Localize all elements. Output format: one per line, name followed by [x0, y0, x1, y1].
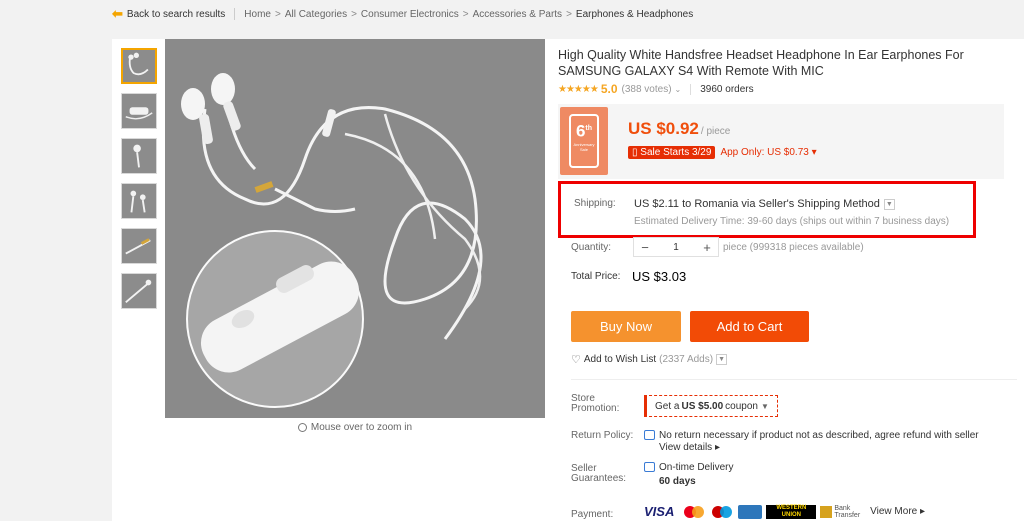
get-coupon-button[interactable]: Get a US $5.00 coupon ▼ [644, 395, 778, 417]
guarantee-days: 60 days [659, 476, 696, 487]
quantity-label: Quantity: [571, 241, 612, 253]
add-to-cart-button[interactable]: Add to Cart [690, 311, 809, 342]
return-policy-icon [644, 430, 655, 440]
shipping-method[interactable]: US $2.11 to Romania via Seller's Shippin… [634, 198, 895, 210]
view-more-payment-link[interactable]: View More ▸ [870, 506, 925, 517]
thumbnail-2[interactable] [121, 93, 157, 129]
anniversary-sale-badge: 6th Anniversary Sale [560, 107, 608, 175]
breadcrumb-consumer-electronics[interactable]: Consumer Electronics [361, 9, 459, 20]
payment-methods: VISA WESTERN UNION Bank Transfer View More… [644, 504, 925, 519]
payment-label: Payment: [571, 509, 614, 520]
guarantee-text: On-time Delivery [659, 462, 734, 473]
unit-price: US $0.92/ piece [628, 119, 730, 139]
wishlist-count: (2337 Adds) [659, 354, 714, 365]
app-only-price[interactable]: App Only: US $0.73 ▾ [720, 147, 816, 158]
total-price-row: Total Price: US $3.03 [571, 269, 686, 284]
quantity-stepper: − + [633, 237, 719, 257]
breadcrumb-separator: > [566, 8, 572, 20]
total-price-label: Total Price: [571, 271, 621, 282]
mastercard-icon [682, 504, 707, 519]
breadcrumb-separator: > [351, 8, 357, 20]
chevron-down-icon[interactable]: ▼ [883, 198, 895, 210]
shipping-label: Shipping: [574, 198, 616, 209]
price-value: US $0.92 [628, 119, 699, 138]
add-to-wishlist-link[interactable]: ♡ Add to Wish List (2337 Adds) ▼ [571, 353, 728, 366]
breadcrumb: ⬅ Back to search results Home > All Cate… [0, 0, 1024, 28]
sale-row: ▯ Sale Starts 3/29 App Only: US $0.73 ▾ [628, 146, 817, 159]
bank-transfer-icon: Bank Transfer [820, 505, 860, 519]
view-details-link[interactable]: View details ▸ [659, 442, 720, 453]
seller-guarantees-label: Seller Guarantees: [571, 463, 627, 484]
breadcrumb-accessories[interactable]: Accessories & Parts [473, 9, 562, 20]
product-info: High Quality White Handsfree Headset Hea… [558, 39, 1024, 520]
chevron-down-icon[interactable]: ⌄ [675, 85, 682, 94]
quantity-increase-button[interactable]: + [696, 240, 718, 255]
return-policy-text: No return necessary if product not as de… [659, 430, 979, 441]
delivery-truck-icon [644, 462, 655, 472]
sale-start-badge: ▯ Sale Starts 3/29 [628, 146, 716, 159]
breadcrumb-separator: > [462, 8, 469, 20]
thumbnail-list [121, 48, 157, 318]
breadcrumb-separator: > [274, 8, 281, 20]
amex-icon [738, 504, 763, 519]
total-price-value: US $3.03 [632, 269, 687, 284]
seller-guarantee: On-time Delivery [644, 462, 733, 473]
rating-score: 5.0 [600, 82, 618, 96]
breadcrumb-all-categories[interactable]: All Categories [285, 9, 347, 20]
badge-suffix: th [585, 125, 593, 132]
coupon-amount: US $5.00 [681, 400, 724, 412]
main-product-image[interactable] [165, 39, 545, 418]
zoom-hint: Mouse over to zoom in [165, 422, 545, 433]
maestro-icon [710, 504, 735, 519]
quantity-row: Quantity: − + piece (999318 pieces avail… [571, 237, 864, 257]
quantity-input[interactable] [656, 238, 696, 256]
product-page: Mouse over to zoom in High Quality White… [112, 39, 1024, 521]
price-unit: / piece [700, 126, 731, 137]
zoom-hint-text: Mouse over to zoom in [310, 422, 413, 433]
return-policy: No return necessary if product not as de… [644, 430, 979, 441]
breadcrumb-home[interactable]: Home [244, 9, 271, 20]
back-arrow-icon: ⬅ [112, 6, 123, 21]
visa-icon: VISA [644, 504, 675, 519]
breadcrumb-current: Earphones & Headphones [575, 8, 694, 20]
badge-text: Anniversary Sale [573, 141, 595, 152]
earphones-illustration [165, 39, 545, 418]
order-count: 3960 orders [700, 83, 754, 95]
buy-now-button[interactable]: Buy Now [571, 311, 681, 342]
rating-row: ★★★★★ 5.0 (388 votes) ⌄ 3960 orders [558, 82, 1024, 96]
thumbnail-5[interactable] [121, 228, 157, 264]
magnifier-icon [297, 423, 307, 432]
thumbnail-1[interactable] [121, 48, 157, 84]
star-rating-icon: ★★★★★ [558, 83, 599, 95]
product-title: High Quality White Handsfree Headset Hea… [558, 48, 964, 78]
back-label: Back to search results [126, 8, 226, 20]
breadcrumb-path: Home > All Categories > Consumer Electro… [244, 9, 693, 20]
western-union-icon: WESTERN UNION [766, 504, 817, 519]
quantity-decrease-button[interactable]: − [634, 240, 656, 255]
vote-count[interactable]: (388 votes) [622, 84, 672, 95]
section-divider [571, 379, 1017, 380]
back-to-search-link[interactable]: ⬅ Back to search results [112, 6, 225, 22]
chevron-down-icon[interactable]: ▼ [716, 354, 728, 365]
thumbnail-3[interactable] [121, 138, 157, 174]
price-box: 6th Anniversary Sale US $0.92/ piece ▯ S… [558, 104, 1004, 179]
chevron-down-icon: ▼ [760, 401, 769, 411]
delivery-estimate: Estimated Delivery Time: 39-60 days (shi… [634, 216, 950, 227]
breadcrumb-divider [234, 8, 236, 20]
return-policy-label: Return Policy: [571, 430, 634, 441]
store-promotion-label: Store Promotion: [571, 393, 620, 414]
shipping-highlight-box: Shipping: US $2.11 to Romania via Seller… [558, 181, 976, 238]
stock-note: piece (999318 pieces available) [723, 241, 864, 253]
thumbnail-4[interactable] [121, 183, 157, 219]
rating-divider [690, 83, 692, 95]
bank-icon [820, 505, 833, 518]
thumbnail-6[interactable] [121, 273, 157, 309]
badge-number: 6 [575, 121, 586, 141]
heart-icon: ♡ [571, 354, 581, 366]
shipping-method-text: US $2.11 to Romania via Seller's Shippin… [634, 198, 880, 210]
wishlist-label: Add to Wish List [583, 354, 657, 365]
